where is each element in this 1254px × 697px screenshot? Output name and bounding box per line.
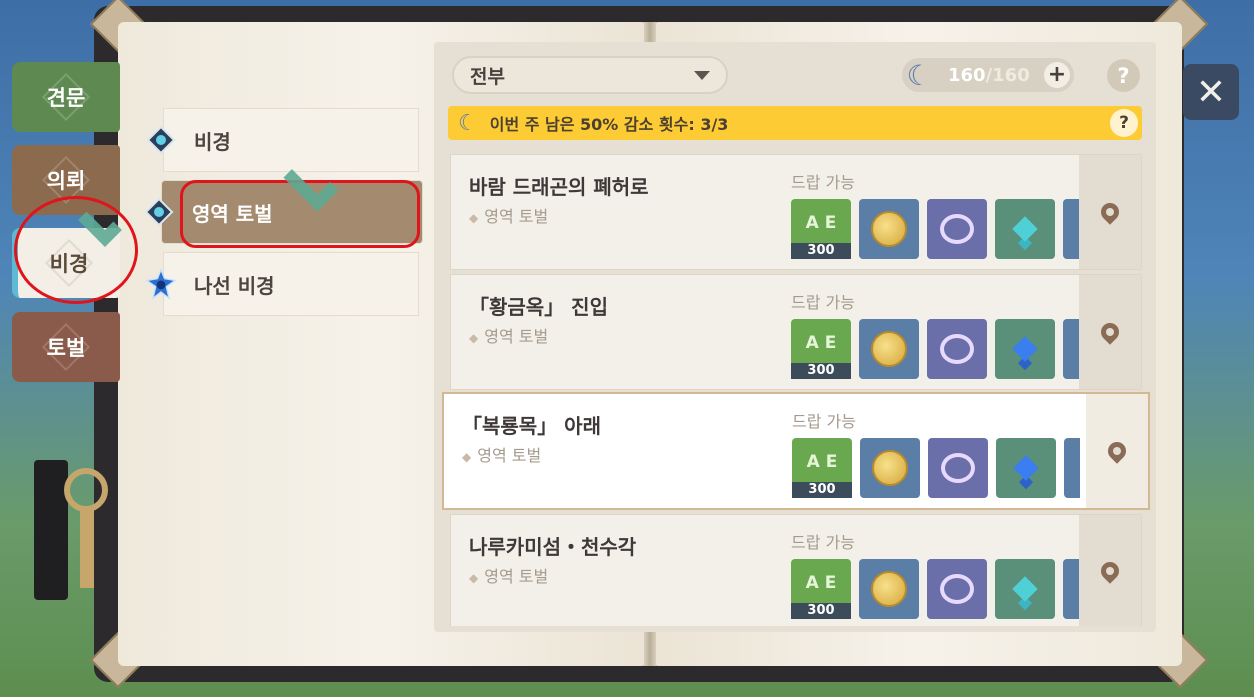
domain-row[interactable]: 나루카미섬・천수각 ◆ 영역 토벌 드랍 가능 A E 300 bbox=[450, 514, 1142, 626]
location-button[interactable] bbox=[1079, 275, 1141, 389]
help-button[interactable]: ? bbox=[1107, 59, 1140, 92]
exp-book-letters: A E bbox=[806, 452, 838, 472]
mora-icon[interactable] bbox=[860, 438, 920, 498]
location-button[interactable] bbox=[1079, 155, 1141, 269]
domain-type: ◆ 영역 토벌 bbox=[462, 442, 541, 466]
add-resin-button[interactable]: + bbox=[1044, 62, 1070, 88]
side-tab-label: 토벌 bbox=[46, 336, 86, 360]
companionship-icon[interactable] bbox=[927, 559, 987, 619]
filter-dropdown[interactable]: 전부 bbox=[452, 56, 728, 94]
side-tab-tobeol[interactable]: 토벌 bbox=[12, 312, 120, 382]
domain-type: ◆ 영역 토벌 bbox=[469, 203, 548, 227]
drop-label: 드랍 가능 bbox=[792, 412, 856, 431]
spiral-abyss-icon bbox=[146, 268, 176, 300]
domain-name: 나루카미섬・천수각 bbox=[469, 535, 637, 559]
map-pin-icon bbox=[1097, 199, 1123, 225]
location-button[interactable] bbox=[1086, 394, 1148, 508]
drop-label: 드랍 가능 bbox=[791, 293, 855, 312]
resin-moon-icon: ☾ bbox=[458, 110, 478, 136]
item-count: 300 bbox=[791, 603, 851, 619]
diamond-bullet-icon: ◆ bbox=[469, 571, 479, 585]
original-resin-counter: ☾ 160 /160 + bbox=[902, 58, 1074, 92]
diamond-bullet-icon: ◆ bbox=[469, 211, 479, 225]
domain-row[interactable]: 「황금옥」 진입 ◆ 영역 토벌 드랍 가능 A E 300 bbox=[450, 274, 1142, 390]
more-items-icon[interactable] bbox=[1063, 319, 1079, 379]
category-label: 나선 비경 bbox=[194, 273, 275, 298]
category-spiral-abyss[interactable]: 나선 비경 bbox=[146, 252, 419, 316]
domain-row[interactable]: 바람 드래곤의 폐허로 ◆ 영역 토벌 드랍 가능 A E 300 bbox=[450, 154, 1142, 270]
drop-items: A E 300 bbox=[791, 319, 1079, 381]
exp-book-icon[interactable]: A E 300 bbox=[792, 438, 852, 498]
gem-icon[interactable] bbox=[995, 559, 1055, 619]
gem-icon[interactable] bbox=[996, 438, 1056, 498]
drop-label: 드랍 가능 bbox=[791, 173, 855, 192]
category-label: 비경 bbox=[194, 129, 231, 154]
exp-book-letters: A E bbox=[805, 573, 837, 593]
companionship-icon[interactable] bbox=[927, 319, 987, 379]
book-clasp bbox=[34, 460, 68, 600]
exp-book-icon[interactable]: A E 300 bbox=[791, 559, 851, 619]
domain-icon bbox=[146, 125, 176, 155]
companionship-icon[interactable] bbox=[927, 199, 987, 259]
domain-type-label: 영역 토벌 bbox=[484, 567, 549, 586]
category-domain[interactable]: 비경 bbox=[146, 108, 419, 172]
domain-type: ◆ 영역 토벌 bbox=[469, 323, 548, 347]
domain-type-label: 영역 토벌 bbox=[477, 446, 542, 465]
side-tab-label: 견문 bbox=[46, 86, 86, 110]
close-button[interactable]: ✕ bbox=[1183, 64, 1239, 120]
exp-book-letters: A E bbox=[805, 213, 837, 233]
item-count: 300 bbox=[792, 482, 852, 498]
chevron-down-icon bbox=[694, 70, 710, 80]
resin-current: 160 bbox=[948, 64, 986, 86]
filter-selected-value: 전부 bbox=[470, 65, 505, 88]
more-items-icon[interactable] bbox=[1063, 199, 1079, 259]
exp-book-icon[interactable]: A E 300 bbox=[791, 199, 851, 259]
domain-name: 「황금옥」 진입 bbox=[469, 295, 608, 319]
resin-max: /160 bbox=[985, 64, 1030, 86]
map-pin-icon bbox=[1097, 319, 1123, 345]
drop-items: A E 300 bbox=[791, 559, 1079, 621]
companionship-icon[interactable] bbox=[928, 438, 988, 498]
side-tab-gyeonmun[interactable]: 견문 bbox=[12, 62, 120, 132]
annotation-red-circle bbox=[14, 196, 138, 304]
banner-help-button[interactable]: ? bbox=[1110, 109, 1138, 137]
key-stem-decoration bbox=[80, 508, 94, 588]
drop-label: 드랍 가능 bbox=[791, 533, 855, 552]
exp-book-icon[interactable]: A E 300 bbox=[791, 319, 851, 379]
mora-icon[interactable] bbox=[859, 199, 919, 259]
map-pin-icon bbox=[1097, 557, 1123, 584]
domain-type: ◆ 영역 토벌 bbox=[469, 563, 548, 587]
key-decoration-icon bbox=[64, 468, 108, 512]
domain-name: 「복룡목」 아래 bbox=[462, 414, 601, 438]
drop-items: A E 300 bbox=[791, 199, 1079, 261]
map-pin-icon bbox=[1104, 438, 1130, 464]
drop-items: A E 300 bbox=[792, 438, 1080, 500]
mora-icon[interactable] bbox=[859, 319, 919, 379]
diamond-bullet-icon: ◆ bbox=[469, 331, 479, 345]
more-items-icon[interactable] bbox=[1063, 559, 1079, 619]
item-count: 300 bbox=[791, 363, 851, 379]
domain-type-label: 영역 토벌 bbox=[484, 327, 549, 346]
gem-icon[interactable] bbox=[995, 319, 1055, 379]
more-items-icon[interactable] bbox=[1064, 438, 1080, 498]
banner-text: 이번 주 남은 50% 감소 횟수: 3/3 bbox=[489, 115, 729, 134]
mora-icon[interactable] bbox=[859, 559, 919, 619]
location-button[interactable] bbox=[1079, 515, 1141, 626]
domain-row-selected[interactable]: 「복룡목」 아래 ◆ 영역 토벌 드랍 가능 A E 300 bbox=[442, 392, 1150, 510]
item-count: 300 bbox=[791, 243, 851, 259]
domain-name: 바람 드래곤의 폐허로 bbox=[469, 175, 649, 199]
weekly-discount-banner: ☾ 이번 주 남은 50% 감소 횟수: 3/3 ? bbox=[448, 106, 1142, 140]
side-tab-label: 의뢰 bbox=[46, 169, 86, 193]
domain-icon bbox=[144, 197, 174, 227]
domain-type-label: 영역 토벌 bbox=[484, 207, 549, 226]
gem-icon[interactable] bbox=[995, 199, 1055, 259]
exp-book-letters: A E bbox=[805, 333, 837, 353]
resin-moon-icon: ☾ bbox=[906, 58, 932, 92]
diamond-bullet-icon: ◆ bbox=[462, 450, 472, 464]
